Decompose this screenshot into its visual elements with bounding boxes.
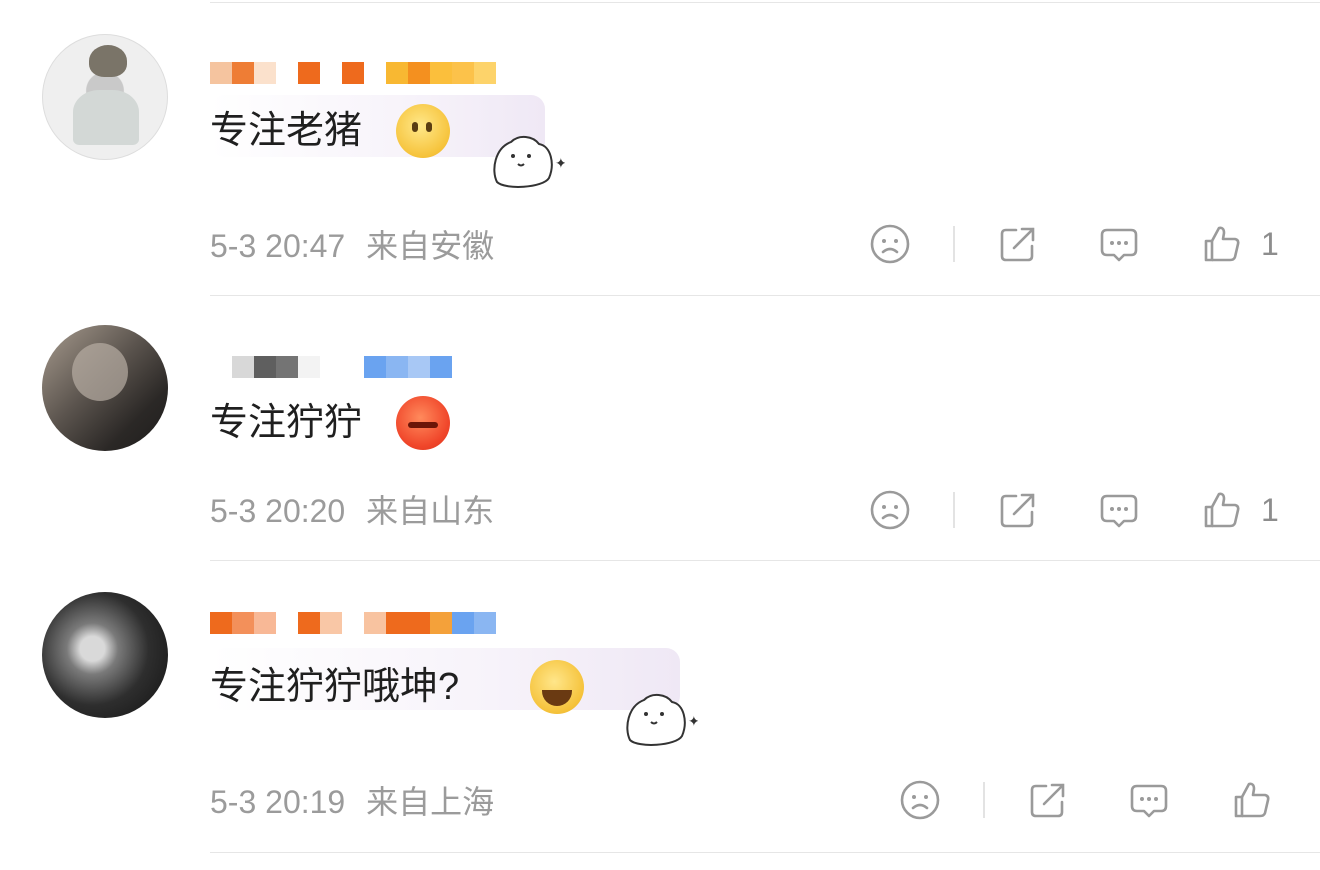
divider	[210, 560, 1320, 561]
like-count: 1	[1261, 492, 1279, 528]
divider	[953, 226, 955, 262]
avatar[interactable]	[42, 592, 168, 718]
avatar[interactable]	[42, 34, 168, 160]
thinking-face-icon	[396, 104, 450, 158]
comment-text: 专注狞狞	[210, 402, 363, 444]
timestamp: 5-3 20:47	[210, 228, 346, 264]
comment-icon[interactable]	[1127, 778, 1171, 822]
location: 来自上海	[366, 784, 495, 820]
thumbs-up-icon[interactable]	[1230, 778, 1274, 822]
comment-actions	[898, 778, 1320, 826]
share-icon[interactable]	[1026, 778, 1070, 822]
comment-actions: 1	[868, 488, 1320, 536]
thumbs-up-icon[interactable]	[1200, 488, 1244, 532]
divider	[983, 782, 985, 818]
divider	[210, 295, 1320, 296]
comment-actions: 1	[868, 222, 1320, 270]
timestamp: 5-3 20:19	[210, 784, 346, 820]
comment-meta: 5-3 20:47 来自安徽	[210, 226, 494, 266]
divider	[953, 492, 955, 528]
bear-sticker-icon: ✦	[485, 130, 567, 190]
laughing-tears-icon	[530, 660, 584, 714]
sad-face-icon[interactable]	[868, 222, 912, 266]
comment-list: 专注老猪 ✦ 5-3 20:47 来自安徽 1 专注狞狞 5-3 20:20 来…	[0, 0, 1320, 870]
timestamp: 5-3 20:20	[210, 493, 346, 529]
comment-text: 专注狞狞哦坤?	[210, 666, 460, 708]
divider	[210, 852, 1320, 853]
location: 来自安徽	[366, 228, 495, 264]
bear-sticker-icon: ✦	[618, 688, 700, 748]
sad-face-icon[interactable]	[898, 778, 942, 822]
comment-icon[interactable]	[1097, 222, 1141, 266]
share-icon[interactable]	[996, 488, 1040, 532]
comment-meta: 5-3 20:19 来自上海	[210, 782, 494, 822]
location: 来自山东	[366, 493, 495, 529]
divider	[210, 2, 1320, 3]
comment-icon[interactable]	[1097, 488, 1141, 532]
username-blurred[interactable]	[210, 42, 496, 84]
comment-meta: 5-3 20:20 来自山东	[210, 491, 494, 531]
username-blurred[interactable]	[210, 592, 496, 634]
sad-face-icon[interactable]	[868, 488, 912, 532]
comment-text: 专注老猪	[210, 110, 363, 152]
share-icon[interactable]	[996, 222, 1040, 266]
thumbs-up-icon[interactable]	[1200, 222, 1244, 266]
avatar[interactable]	[42, 325, 168, 451]
svg-text:✦: ✦	[555, 156, 565, 172]
username-blurred[interactable]	[210, 336, 452, 378]
angry-face-icon	[396, 396, 450, 450]
like-count: 1	[1261, 226, 1279, 262]
svg-text:✦: ✦	[688, 714, 698, 730]
